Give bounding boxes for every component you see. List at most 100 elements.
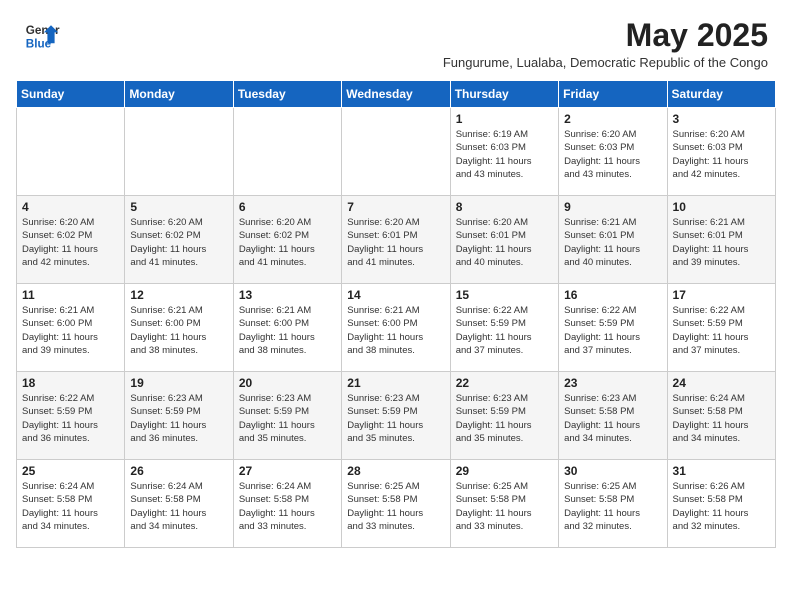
calendar-cell: 20 Sunrise: 6:23 AM Sunset: 5:59 PM Dayli…: [233, 372, 341, 460]
day-number: 5: [130, 200, 227, 214]
day-number: 17: [673, 288, 770, 302]
day-number: 14: [347, 288, 444, 302]
calendar-cell: 24 Sunrise: 6:24 AM Sunset: 5:58 PM Dayli…: [667, 372, 775, 460]
day-number: 6: [239, 200, 336, 214]
calendar-cell: 8Sunrise: 6:20 AM Sunset: 6:01 PM Daylig…: [450, 196, 558, 284]
calendar-cell: 11 Sunrise: 6:21 AM Sunset: 6:00 PM Dayli…: [17, 284, 125, 372]
day-info: Sunrise: 6:20 AM Sunset: 6:02 PM Dayligh…: [239, 216, 336, 269]
calendar-week-row: 4 Sunrise: 6:20 AM Sunset: 6:02 PM Daylig…: [17, 196, 776, 284]
calendar-header-row: SundayMondayTuesdayWednesdayThursdayFrid…: [17, 81, 776, 108]
day-info: Sunrise: 6:20 AM Sunset: 6:02 PM Dayligh…: [130, 216, 227, 269]
day-info: Sunrise: 6:22 AM Sunset: 5:59 PM Dayligh…: [22, 392, 119, 445]
day-info: Sunrise: 6:21 AM Sunset: 6:00 PM Dayligh…: [239, 304, 336, 357]
day-number: 3: [673, 112, 770, 126]
day-info: Sunrise: 6:19 AM Sunset: 6:03 PM Dayligh…: [456, 128, 553, 181]
day-info: Sunrise: 6:20 AM Sunset: 6:01 PM Dayligh…: [347, 216, 444, 269]
calendar-cell: 14 Sunrise: 6:21 AM Sunset: 6:00 PM Dayli…: [342, 284, 450, 372]
day-info: Sunrise: 6:24 AM Sunset: 5:58 PM Dayligh…: [22, 480, 119, 533]
day-number: 20: [239, 376, 336, 390]
location-subtitle: Fungurume, Lualaba, Democratic Republic …: [443, 55, 768, 70]
day-number: 31: [673, 464, 770, 478]
title-block: May 2025 Fungurume, Lualaba, Democratic …: [443, 18, 768, 70]
day-number: 16: [564, 288, 661, 302]
day-info: Sunrise: 6:20 AM Sunset: 6:03 PM Dayligh…: [673, 128, 770, 181]
day-number: 4: [22, 200, 119, 214]
calendar-week-row: 11 Sunrise: 6:21 AM Sunset: 6:00 PM Dayli…: [17, 284, 776, 372]
column-header-saturday: Saturday: [667, 81, 775, 108]
calendar-cell: 17 Sunrise: 6:22 AM Sunset: 5:59 PM Dayli…: [667, 284, 775, 372]
calendar-cell: 1 Sunrise: 6:19 AM Sunset: 6:03 PM Daylig…: [450, 108, 558, 196]
calendar-cell: 15 Sunrise: 6:22 AM Sunset: 5:59 PM Dayli…: [450, 284, 558, 372]
day-info: Sunrise: 6:21 AM Sunset: 6:00 PM Dayligh…: [130, 304, 227, 357]
day-info: Sunrise: 6:23 AM Sunset: 5:59 PM Dayligh…: [239, 392, 336, 445]
day-info: Sunrise: 6:21 AM Sunset: 6:01 PM Dayligh…: [673, 216, 770, 269]
day-info: Sunrise: 6:23 AM Sunset: 5:59 PM Dayligh…: [456, 392, 553, 445]
day-number: 15: [456, 288, 553, 302]
day-number: 9: [564, 200, 661, 214]
day-number: 24: [673, 376, 770, 390]
calendar-week-row: 18 Sunrise: 6:22 AM Sunset: 5:59 PM Dayli…: [17, 372, 776, 460]
calendar-cell: 30 Sunrise: 6:25 AM Sunset: 5:58 PM Dayli…: [559, 460, 667, 548]
day-info: Sunrise: 6:20 AM Sunset: 6:02 PM Dayligh…: [22, 216, 119, 269]
day-number: 25: [22, 464, 119, 478]
calendar-cell: 10 Sunrise: 6:21 AM Sunset: 6:01 PM Dayli…: [667, 196, 775, 284]
day-number: 13: [239, 288, 336, 302]
column-header-tuesday: Tuesday: [233, 81, 341, 108]
calendar-cell: 18 Sunrise: 6:22 AM Sunset: 5:59 PM Dayli…: [17, 372, 125, 460]
day-info: Sunrise: 6:23 AM Sunset: 5:59 PM Dayligh…: [130, 392, 227, 445]
calendar-cell: 16 Sunrise: 6:22 AM Sunset: 5:59 PM Dayli…: [559, 284, 667, 372]
day-info: Sunrise: 6:21 AM Sunset: 6:01 PM Dayligh…: [564, 216, 661, 269]
logo-icon: General Blue: [24, 18, 60, 54]
calendar-cell: [233, 108, 341, 196]
calendar-cell: 22Sunrise: 6:23 AM Sunset: 5:59 PM Dayli…: [450, 372, 558, 460]
day-number: 27: [239, 464, 336, 478]
calendar-cell: 7Sunrise: 6:20 AM Sunset: 6:01 PM Daylig…: [342, 196, 450, 284]
calendar-cell: 25 Sunrise: 6:24 AM Sunset: 5:58 PM Dayli…: [17, 460, 125, 548]
day-info: Sunrise: 6:24 AM Sunset: 5:58 PM Dayligh…: [130, 480, 227, 533]
day-info: Sunrise: 6:21 AM Sunset: 6:00 PM Dayligh…: [22, 304, 119, 357]
calendar-cell: 27Sunrise: 6:24 AM Sunset: 5:58 PM Dayli…: [233, 460, 341, 548]
day-info: Sunrise: 6:22 AM Sunset: 5:59 PM Dayligh…: [673, 304, 770, 357]
day-number: 10: [673, 200, 770, 214]
day-number: 18: [22, 376, 119, 390]
month-title: May 2025: [443, 18, 768, 53]
day-info: Sunrise: 6:22 AM Sunset: 5:59 PM Dayligh…: [456, 304, 553, 357]
day-info: Sunrise: 6:22 AM Sunset: 5:59 PM Dayligh…: [564, 304, 661, 357]
calendar-cell: 3 Sunrise: 6:20 AM Sunset: 6:03 PM Daylig…: [667, 108, 775, 196]
day-number: 30: [564, 464, 661, 478]
day-info: Sunrise: 6:20 AM Sunset: 6:01 PM Dayligh…: [456, 216, 553, 269]
column-header-wednesday: Wednesday: [342, 81, 450, 108]
column-header-monday: Monday: [125, 81, 233, 108]
calendar-cell: 29Sunrise: 6:25 AM Sunset: 5:58 PM Dayli…: [450, 460, 558, 548]
day-number: 28: [347, 464, 444, 478]
day-info: Sunrise: 6:25 AM Sunset: 5:58 PM Dayligh…: [347, 480, 444, 533]
day-number: 11: [22, 288, 119, 302]
day-info: Sunrise: 6:21 AM Sunset: 6:00 PM Dayligh…: [347, 304, 444, 357]
calendar-cell: 13 Sunrise: 6:21 AM Sunset: 6:00 PM Dayli…: [233, 284, 341, 372]
day-number: 21: [347, 376, 444, 390]
day-info: Sunrise: 6:20 AM Sunset: 6:03 PM Dayligh…: [564, 128, 661, 181]
column-header-sunday: Sunday: [17, 81, 125, 108]
logo: General Blue: [24, 18, 60, 54]
calendar-table: SundayMondayTuesdayWednesdayThursdayFrid…: [16, 80, 776, 548]
day-number: 2: [564, 112, 661, 126]
calendar-cell: 26 Sunrise: 6:24 AM Sunset: 5:58 PM Dayli…: [125, 460, 233, 548]
day-info: Sunrise: 6:24 AM Sunset: 5:58 PM Dayligh…: [673, 392, 770, 445]
calendar-cell: 12Sunrise: 6:21 AM Sunset: 6:00 PM Dayli…: [125, 284, 233, 372]
day-info: Sunrise: 6:25 AM Sunset: 5:58 PM Dayligh…: [564, 480, 661, 533]
calendar-cell: 23Sunrise: 6:23 AM Sunset: 5:58 PM Dayli…: [559, 372, 667, 460]
calendar-cell: 6 Sunrise: 6:20 AM Sunset: 6:02 PM Daylig…: [233, 196, 341, 284]
calendar-cell: 5 Sunrise: 6:20 AM Sunset: 6:02 PM Daylig…: [125, 196, 233, 284]
column-header-friday: Friday: [559, 81, 667, 108]
day-number: 26: [130, 464, 227, 478]
day-number: 1: [456, 112, 553, 126]
calendar-wrapper: SundayMondayTuesdayWednesdayThursdayFrid…: [0, 74, 792, 558]
day-number: 19: [130, 376, 227, 390]
calendar-cell: [125, 108, 233, 196]
calendar-cell: 2 Sunrise: 6:20 AM Sunset: 6:03 PM Daylig…: [559, 108, 667, 196]
calendar-cell: [342, 108, 450, 196]
calendar-week-row: 25 Sunrise: 6:24 AM Sunset: 5:58 PM Dayli…: [17, 460, 776, 548]
day-info: Sunrise: 6:23 AM Sunset: 5:59 PM Dayligh…: [347, 392, 444, 445]
calendar-cell: 4 Sunrise: 6:20 AM Sunset: 6:02 PM Daylig…: [17, 196, 125, 284]
page-header: General Blue May 2025 Fungurume, Lualaba…: [0, 0, 792, 74]
